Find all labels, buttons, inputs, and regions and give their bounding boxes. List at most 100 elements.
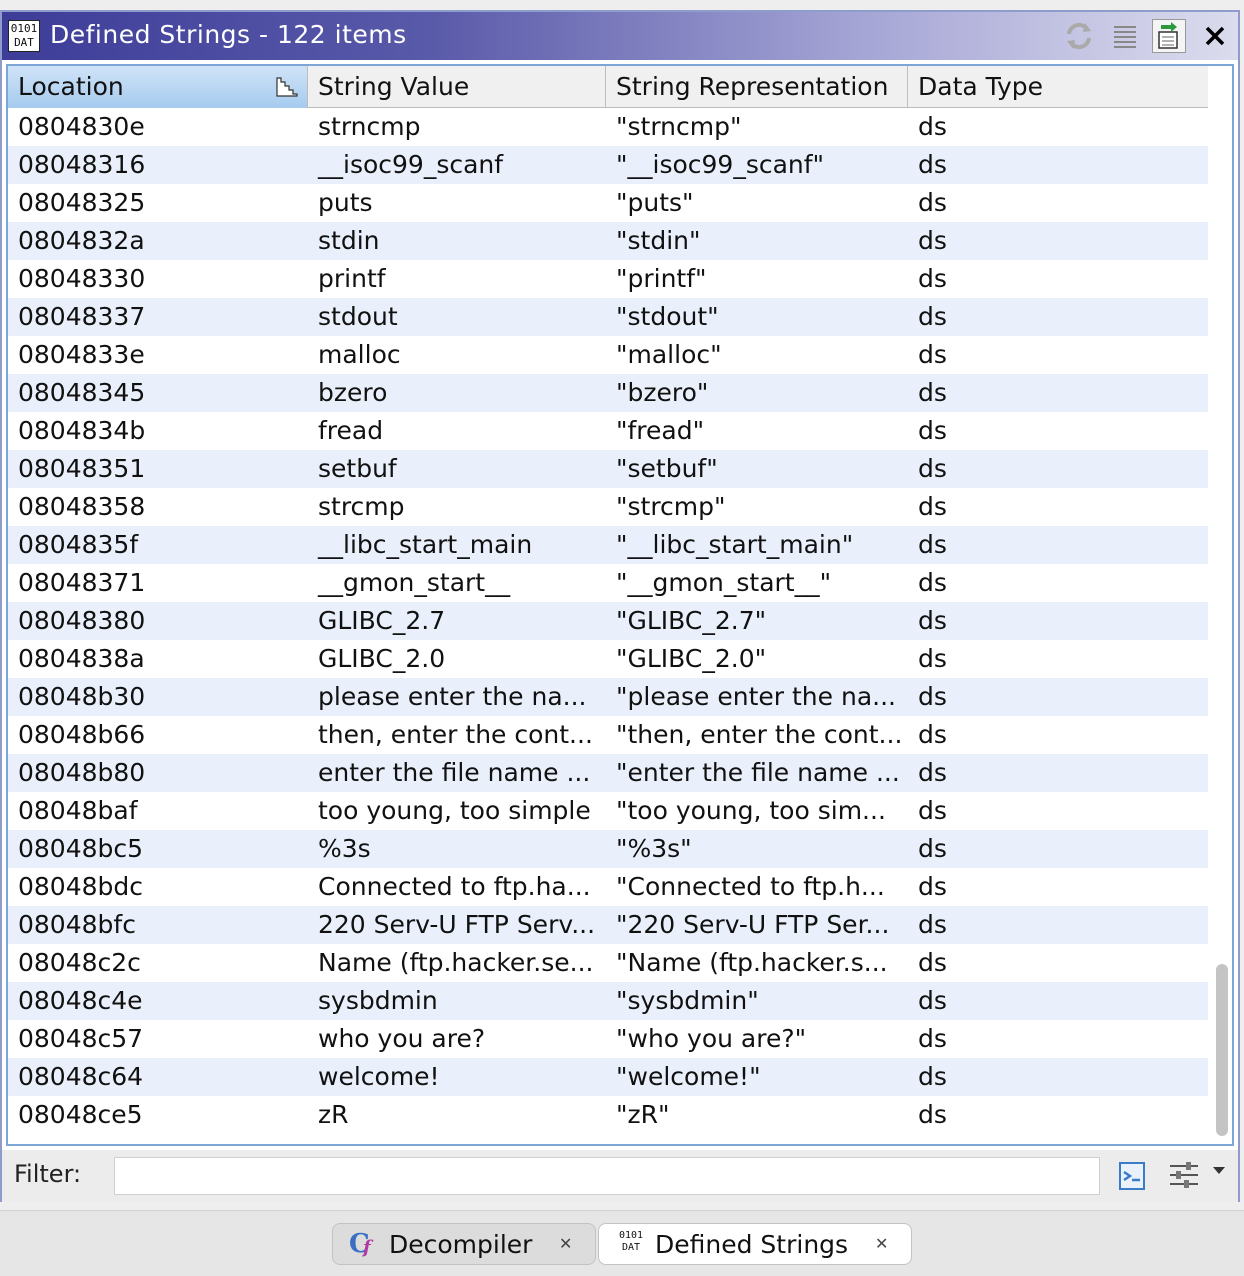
- cell-string-representation: "enter the file name ...: [616, 758, 900, 787]
- table-row[interactable]: 08048c64 welcome! "welcome!" ds: [8, 1058, 1208, 1096]
- cell-location: 08048380: [18, 606, 146, 635]
- filter-options-button[interactable]: [1168, 1160, 1200, 1190]
- list-view-button[interactable]: [1108, 19, 1142, 53]
- table-row[interactable]: 0804833e malloc "malloc" ds: [8, 336, 1208, 374]
- cell-data-type: ds: [918, 150, 947, 179]
- table-row[interactable]: 08048bc5 %3s "%3s" ds: [8, 830, 1208, 868]
- table-row[interactable]: 08048ce5 zR "zR" ds: [8, 1096, 1208, 1134]
- table-row[interactable]: 08048b80 enter the file name ... "enter th…: [8, 754, 1208, 792]
- filter-input[interactable]: [114, 1157, 1100, 1195]
- table-header: Location String Value String Representat…: [8, 66, 1208, 108]
- cell-string-value: malloc: [318, 340, 401, 369]
- column-header-string-representation[interactable]: String Representation: [606, 66, 908, 108]
- column-header-data-type[interactable]: Data Type: [908, 66, 1208, 108]
- navigate-icon: [1158, 22, 1178, 49]
- table-row[interactable]: 08048371 __gmon_start__ "__gmon_start__" ds: [8, 564, 1208, 602]
- close-tab-icon[interactable]: ✕: [559, 1234, 572, 1253]
- column-header-string-value[interactable]: String Value: [308, 66, 606, 108]
- scrollbar-thumb[interactable]: [1216, 964, 1228, 1136]
- cell-location: 08048c2c: [18, 948, 141, 977]
- table-row[interactable]: 08048330 printf "printf" ds: [8, 260, 1208, 298]
- cell-data-type: ds: [918, 986, 947, 1015]
- cell-string-value: who you are?: [318, 1024, 486, 1053]
- close-icon: [1205, 26, 1225, 46]
- table-row[interactable]: 0804832a stdin "stdin" ds: [8, 222, 1208, 260]
- table-row[interactable]: 08048c4e sysbdmin "sysbdmin" ds: [8, 982, 1208, 1020]
- table-row[interactable]: 08048b30 please enter the na... "please en…: [8, 678, 1208, 716]
- table-row[interactable]: 08048325 puts "puts" ds: [8, 184, 1208, 222]
- cell-location: 08048c57: [18, 1024, 144, 1053]
- icon-text-top: 0101: [618, 1230, 644, 1241]
- cell-data-type: ds: [918, 682, 947, 711]
- icon-text-bottom: DAT: [14, 36, 34, 49]
- table-row[interactable]: 08048c2c Name (ftp.hacker.se... "Name (ftp…: [8, 944, 1208, 982]
- refresh-button[interactable]: [1062, 19, 1096, 53]
- column-header-location[interactable]: Location: [8, 66, 308, 108]
- defined-strings-window: 0101 DAT Defined Strings - 122 items Loc…: [0, 10, 1240, 1202]
- cell-string-representation: "puts": [616, 188, 694, 217]
- table-row[interactable]: 08048baf too young, too simple "too young,…: [8, 792, 1208, 830]
- cell-location: 0804834b: [18, 416, 146, 445]
- cell-location: 08048358: [18, 492, 146, 521]
- table-row[interactable]: 0804830e strncmp "strncmp" ds: [8, 108, 1208, 146]
- cell-string-value: sysbdmin: [318, 986, 438, 1015]
- close-window-button[interactable]: [1198, 19, 1232, 53]
- table-row[interactable]: 08048bdc Connected to ftp.ha... "Connected…: [8, 868, 1208, 906]
- table-row[interactable]: 08048316 __isoc99_scanf "__isoc99_scanf" ds: [8, 146, 1208, 184]
- cell-location: 08048b80: [18, 758, 146, 787]
- cell-string-representation: "__gmon_start__": [616, 568, 832, 597]
- cell-data-type: ds: [918, 948, 947, 977]
- cell-string-representation: "GLIBC_2.7": [616, 606, 767, 635]
- table-row[interactable]: 0804835f __libc_start_main "__libc_start_m…: [8, 526, 1208, 564]
- cell-location: 08048316: [18, 150, 146, 179]
- navigate-on-selection-button[interactable]: [1152, 19, 1186, 53]
- table-row[interactable]: 08048b66 then, enter the cont... "then, en…: [8, 716, 1208, 754]
- tab-decompiler[interactable]: Cf Decompiler ✕: [332, 1223, 596, 1265]
- table-row[interactable]: 0804838a GLIBC_2.0 "GLIBC_2.0" ds: [8, 640, 1208, 678]
- cell-string-representation: "welcome!": [616, 1062, 761, 1091]
- cell-data-type: ds: [918, 1024, 947, 1053]
- cell-string-representation: "strcmp": [616, 492, 726, 521]
- cell-string-value: __gmon_start__: [318, 568, 511, 597]
- table-row[interactable]: 08048bfc 220 Serv-U FTP Serv... "220 Serv-…: [8, 906, 1208, 944]
- close-tab-icon[interactable]: ✕: [875, 1234, 888, 1253]
- cell-string-representation: "GLIBC_2.0": [616, 644, 767, 673]
- cell-data-type: ds: [918, 1100, 947, 1129]
- clear-filter-button[interactable]: [1116, 1160, 1150, 1192]
- cell-data-type: ds: [918, 416, 947, 445]
- table-body: 0804830e strncmp "strncmp" ds 08048316 __isoc…: [8, 108, 1208, 1134]
- table-row[interactable]: 0804834b fread "fread" ds: [8, 412, 1208, 450]
- cell-location: 08048bdc: [18, 872, 144, 901]
- window-title: Defined Strings - 122 items: [50, 20, 407, 49]
- decompiler-icon: Cf: [349, 1229, 371, 1259]
- table-row[interactable]: 08048380 GLIBC_2.7 "GLIBC_2.7" ds: [8, 602, 1208, 640]
- table-row[interactable]: 08048358 strcmp "strcmp" ds: [8, 488, 1208, 526]
- cell-data-type: ds: [918, 606, 947, 635]
- table-row[interactable]: 08048351 setbuf "setbuf" ds: [8, 450, 1208, 488]
- cell-data-type: ds: [918, 226, 947, 255]
- table-row[interactable]: 08048c57 who you are? "who you are?" ds: [8, 1020, 1208, 1058]
- icon-text-bottom: DAT: [621, 1242, 641, 1253]
- vertical-scrollbar[interactable]: [1208, 108, 1232, 1144]
- title-bar[interactable]: 0101 DAT Defined Strings - 122 items: [2, 12, 1238, 60]
- list-icon: [1114, 26, 1136, 48]
- cell-string-representation: "220 Serv-U FTP Ser...: [616, 910, 890, 939]
- cell-string-representation: "printf": [616, 264, 707, 293]
- table-row[interactable]: 08048345 bzero "bzero" ds: [8, 374, 1208, 412]
- cell-location: 08048ce5: [18, 1100, 143, 1129]
- tab-defined-strings[interactable]: 0101 DAT Defined Strings ✕: [598, 1223, 912, 1265]
- cell-string-value: GLIBC_2.0: [318, 644, 446, 673]
- cell-string-representation: "stdin": [616, 226, 701, 255]
- cell-string-representation: "__isoc99_scanf": [616, 150, 825, 179]
- cell-string-value: stdin: [318, 226, 380, 255]
- table-row[interactable]: 08048337 stdout "stdout" ds: [8, 298, 1208, 336]
- chevron-down-icon: [1213, 1167, 1225, 1174]
- filter-menu-button[interactable]: [1212, 1166, 1226, 1176]
- cell-string-value: __libc_start_main: [318, 530, 533, 559]
- column-header-label: Data Type: [918, 72, 1044, 101]
- cell-string-value: enter the file name ...: [318, 758, 591, 787]
- cell-string-representation: "sysbdmin": [616, 986, 759, 1015]
- cell-string-value: %3s: [318, 834, 371, 863]
- tab-label: Decompiler: [389, 1229, 533, 1259]
- cell-string-representation: "stdout": [616, 302, 719, 331]
